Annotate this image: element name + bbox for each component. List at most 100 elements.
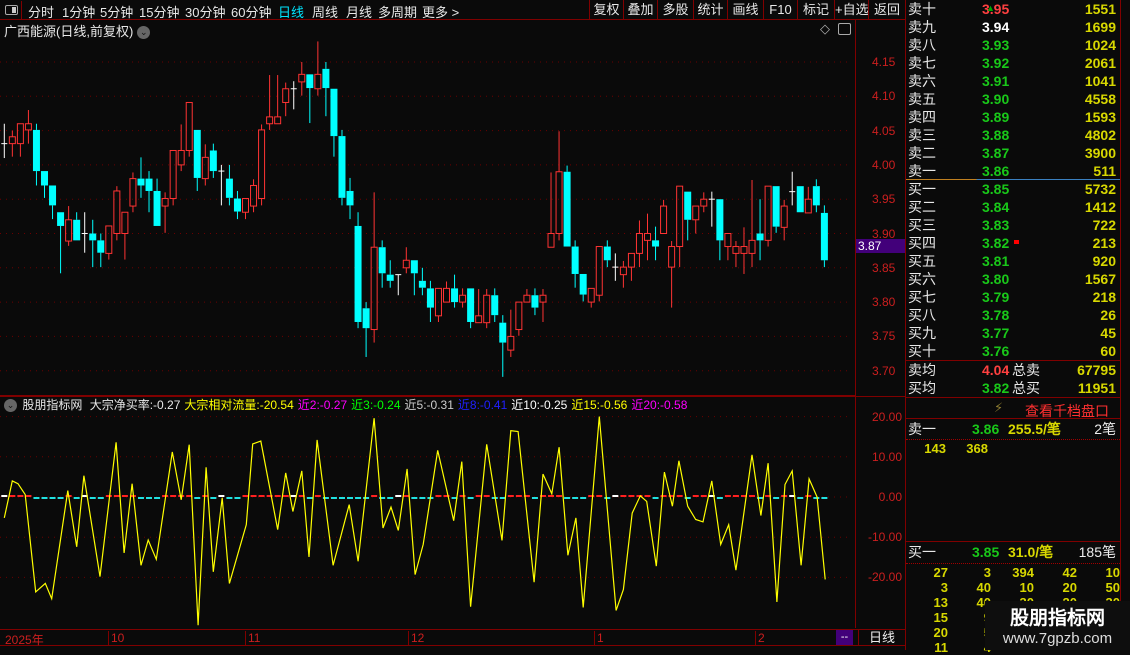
- net-buy-bar: [548, 495, 555, 497]
- candle: [145, 171, 153, 213]
- candle: [475, 289, 483, 324]
- bid-avg-row: 买均 3.82 总买 11951: [906, 379, 1120, 397]
- net-buy-bar: [306, 497, 313, 499]
- candle: [716, 199, 724, 261]
- candle: [330, 88, 338, 157]
- watermark-name: 股朋指标网: [1009, 608, 1105, 629]
- order-size: 42: [1062, 565, 1077, 580]
- net-buy-bar: [572, 497, 579, 499]
- bid-level[interactable]: 买五 3.81 920: [906, 252, 1120, 270]
- net-buy-bar: [322, 497, 329, 499]
- ask-level[interactable]: 卖八 3.93 1024: [906, 36, 1120, 54]
- candle-body: [692, 205, 700, 221]
- lightning-icon: ⚡: [994, 400, 1004, 415]
- marker-icon: [1014, 240, 1019, 244]
- level-label: 卖六: [908, 73, 936, 89]
- candle-body: [89, 233, 97, 241]
- net-buy-bar: [620, 495, 627, 497]
- net-buy-bar: [467, 497, 474, 499]
- net-buy-bar: [749, 495, 756, 497]
- level-price: 3.78: [982, 307, 1010, 323]
- bid-level[interactable]: 买十 3.76 60: [906, 342, 1120, 360]
- ask-avg-row: 卖均 4.04 总卖 67795: [906, 361, 1120, 379]
- total-label: 总卖: [1012, 362, 1040, 378]
- candle: [579, 273, 587, 302]
- indicator-value: 近3:-0.24: [351, 398, 401, 412]
- net-buy-bar: [475, 495, 482, 497]
- candle: [113, 186, 121, 241]
- candle: [708, 191, 715, 227]
- ask-level[interactable]: 卖九 3.94 1699: [906, 18, 1120, 36]
- ask-level[interactable]: 卖十 3.95 1551: [906, 0, 1120, 18]
- ask-level[interactable]: 卖四 3.89 1593: [906, 108, 1120, 126]
- indicator-menu-icon[interactable]: ⌄: [4, 399, 17, 413]
- bid-level[interactable]: 买四 3.82 213: [906, 234, 1120, 252]
- ask-level[interactable]: 卖二 3.87 3900: [906, 144, 1120, 162]
- bid-level[interactable]: 买八 3.78 26: [906, 306, 1120, 324]
- avg-price: 3.82: [982, 380, 1010, 396]
- candle-body: [668, 246, 676, 268]
- period-label[interactable]: 日线: [858, 630, 905, 645]
- candle-body: [796, 186, 804, 213]
- candle-body: [338, 136, 346, 198]
- candle: [603, 240, 611, 268]
- bid-level[interactable]: 买六 3.80 1567: [906, 270, 1120, 288]
- ask-level[interactable]: 卖六 3.91 1041: [906, 72, 1120, 90]
- bid-level[interactable]: 买一 3.85 5732: [906, 180, 1120, 198]
- ask-level[interactable]: 卖五 3.90 4558: [906, 90, 1120, 108]
- candle-body: [732, 246, 740, 254]
- level-label: 卖四: [908, 109, 936, 125]
- ask-level[interactable]: 卖三 3.88 4802: [906, 126, 1120, 144]
- candle-body: [491, 295, 499, 316]
- bid-level[interactable]: 买七 3.79 218: [906, 288, 1120, 306]
- level-volume: 920: [1092, 253, 1116, 269]
- ask-level[interactable]: 卖七 3.92 2061: [906, 54, 1120, 72]
- candle: [266, 75, 274, 130]
- candle: [644, 213, 651, 261]
- level-volume: 213: [1092, 235, 1116, 251]
- indicator-value: 近10:-0.25: [511, 398, 568, 412]
- depth-avg: 31.0/笔: [1008, 544, 1054, 560]
- bid-level[interactable]: 买三 3.83 722: [906, 216, 1120, 234]
- net-buy-bar: [797, 497, 804, 499]
- level-volume: 1412: [1084, 199, 1116, 215]
- candle: [772, 186, 780, 233]
- candle: [354, 212, 362, 329]
- net-buy-bar: [773, 497, 780, 499]
- net-buy-bar: [652, 497, 659, 499]
- bid1-summary: 买一 3.85 31.0/笔 185笔: [906, 543, 1120, 561]
- candle-body: [515, 301, 523, 331]
- candle: [531, 288, 539, 316]
- last-price-label: 3.87: [856, 239, 905, 253]
- depth-count: 2笔: [1094, 421, 1116, 437]
- candle: [700, 192, 708, 213]
- depth-label: 买一: [908, 544, 936, 560]
- bid-level[interactable]: 买二 3.84 1412: [906, 198, 1120, 216]
- candle-body: [121, 211, 129, 234]
- candle-body: [627, 252, 635, 268]
- chart-canvas[interactable]: [0, 0, 855, 650]
- net-buy-bar: [676, 495, 683, 497]
- avg-label: 买均: [908, 380, 936, 396]
- price-tick-label: 3.85: [872, 260, 896, 275]
- back-button[interactable]: 返回: [868, 0, 905, 20]
- candle-body: [386, 274, 394, 281]
- candle: [57, 212, 65, 274]
- level-label: 卖七: [908, 55, 936, 71]
- net-buy-bar: [154, 497, 161, 499]
- candle-body: [274, 116, 282, 125]
- net-buy-bar: [821, 497, 828, 499]
- ask-level[interactable]: 卖一 3.86 511: [906, 162, 1120, 180]
- indicator-tick-label: -10.00: [867, 530, 902, 545]
- net-buy-bar: [700, 495, 707, 497]
- candle-body: [475, 315, 483, 324]
- up-arrow-icon: ▲: [986, 3, 995, 13]
- candle: [652, 226, 660, 261]
- candle: [692, 205, 700, 234]
- order-size: 394: [1012, 565, 1034, 580]
- bid-level[interactable]: 买九 3.77 45: [906, 324, 1120, 342]
- price-tick-label: 3.70: [872, 363, 896, 378]
- candle: [290, 81, 297, 110]
- candle-body: [145, 178, 153, 191]
- divider: [906, 541, 1120, 542]
